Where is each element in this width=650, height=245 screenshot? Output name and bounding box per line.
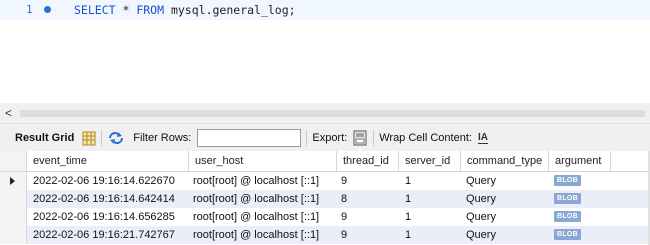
table-row[interactable]: 2022-02-06 19:16:21.742767 root[root] @ … (0, 226, 650, 244)
row-selector[interactable] (0, 226, 27, 244)
cell-user-host[interactable]: root[root] @ localhost [::1] (193, 190, 319, 208)
grid-view-icon[interactable] (82, 131, 96, 146)
export-icon[interactable] (352, 130, 368, 146)
table-row[interactable]: 2022-02-06 19:16:14.642414 root[root] @ … (0, 190, 650, 208)
current-row-pointer-icon (10, 177, 15, 185)
cell-command-type[interactable]: Query (466, 190, 496, 208)
result-toolbar: Result Grid Filter Rows: Export: Wrap Ce… (0, 123, 650, 152)
cell-event-time[interactable]: 2022-02-06 19:16:14.656285 (33, 208, 175, 226)
cell-command-type[interactable]: Query (466, 208, 496, 226)
sql-statement[interactable]: SELECT * FROM mysql.general_log; (74, 3, 296, 17)
sql-text: * (115, 3, 137, 17)
wrap-text-icon[interactable]: IA (477, 132, 488, 144)
toolbar-separator (101, 130, 103, 146)
cell-event-time[interactable]: 2022-02-06 19:16:21.742767 (33, 226, 175, 244)
cell-command-type[interactable]: Query (466, 172, 496, 190)
result-grid: event_time user_host thread_id server_id… (0, 151, 650, 245)
cell-user-host[interactable]: root[root] @ localhost [::1] (193, 172, 319, 190)
table-row[interactable]: 2022-02-06 19:16:14.622670 root[root] @ … (0, 172, 650, 190)
row-header-corner (0, 151, 27, 171)
cell-event-time[interactable]: 2022-02-06 19:16:14.622670 (33, 172, 175, 190)
sql-keyword: FROM (136, 3, 165, 17)
blob-badge[interactable]: BLOB (554, 229, 582, 240)
refresh-icon[interactable] (107, 131, 125, 145)
blob-badge[interactable]: BLOB (554, 211, 582, 222)
grid-header-row: event_time user_host thread_id server_id… (0, 151, 650, 172)
horizontal-scrollbar[interactable]: < (0, 103, 650, 123)
cell-event-time[interactable]: 2022-02-06 19:16:14.642414 (33, 190, 175, 208)
column-header-user-host[interactable]: user_host (189, 151, 337, 171)
cell-thread-id[interactable]: 8 (341, 190, 347, 208)
cell-user-host[interactable]: root[root] @ localhost [::1] (193, 226, 319, 244)
column-header-argument[interactable]: argument (549, 151, 611, 171)
cell-thread-id[interactable]: 9 (341, 226, 347, 244)
column-header-command-type[interactable]: command_type (461, 151, 549, 171)
cell-server-id[interactable]: 1 (405, 190, 411, 208)
wrap-cell-content-label: Wrap Cell Content: (379, 132, 472, 144)
cell-user-host[interactable]: root[root] @ localhost [::1] (193, 208, 319, 226)
cell-thread-id[interactable]: 9 (341, 172, 347, 190)
sql-keyword: SELECT (74, 3, 116, 17)
column-header-thread-id[interactable]: thread_id (337, 151, 399, 171)
toolbar-separator (373, 130, 375, 146)
sql-editor[interactable]: 1 SELECT * FROM mysql.general_log; (0, 0, 650, 103)
result-grid-label[interactable]: Result Grid (15, 132, 74, 144)
cell-server-id[interactable]: 1 (405, 226, 411, 244)
row-selector[interactable] (0, 208, 27, 226)
scroll-left-icon[interactable]: < (5, 106, 12, 120)
scrollbar-thumb[interactable] (20, 110, 645, 117)
export-label: Export: (312, 132, 348, 144)
table-row[interactable]: 2022-02-06 19:16:14.656285 root[root] @ … (0, 208, 650, 226)
cell-server-id[interactable]: 1 (405, 208, 411, 226)
cell-command-type[interactable]: Query (466, 226, 496, 244)
column-header-event-time[interactable]: event_time (27, 151, 189, 171)
filter-rows-input[interactable] (197, 129, 302, 147)
cell-server-id[interactable]: 1 (405, 172, 411, 190)
cell-thread-id[interactable]: 9 (341, 208, 347, 226)
blob-badge[interactable]: BLOB (554, 193, 582, 204)
line-number: 1 (26, 3, 33, 16)
row-selector[interactable] (0, 172, 27, 190)
sql-text: mysql.general_log; (164, 3, 296, 17)
statement-marker-icon[interactable] (44, 6, 51, 13)
toolbar-separator (306, 130, 308, 146)
column-header-server-id[interactable]: server_id (399, 151, 461, 171)
filter-rows-label: Filter Rows: (133, 132, 192, 144)
blob-badge[interactable]: BLOB (554, 175, 582, 186)
row-selector[interactable] (0, 190, 27, 208)
